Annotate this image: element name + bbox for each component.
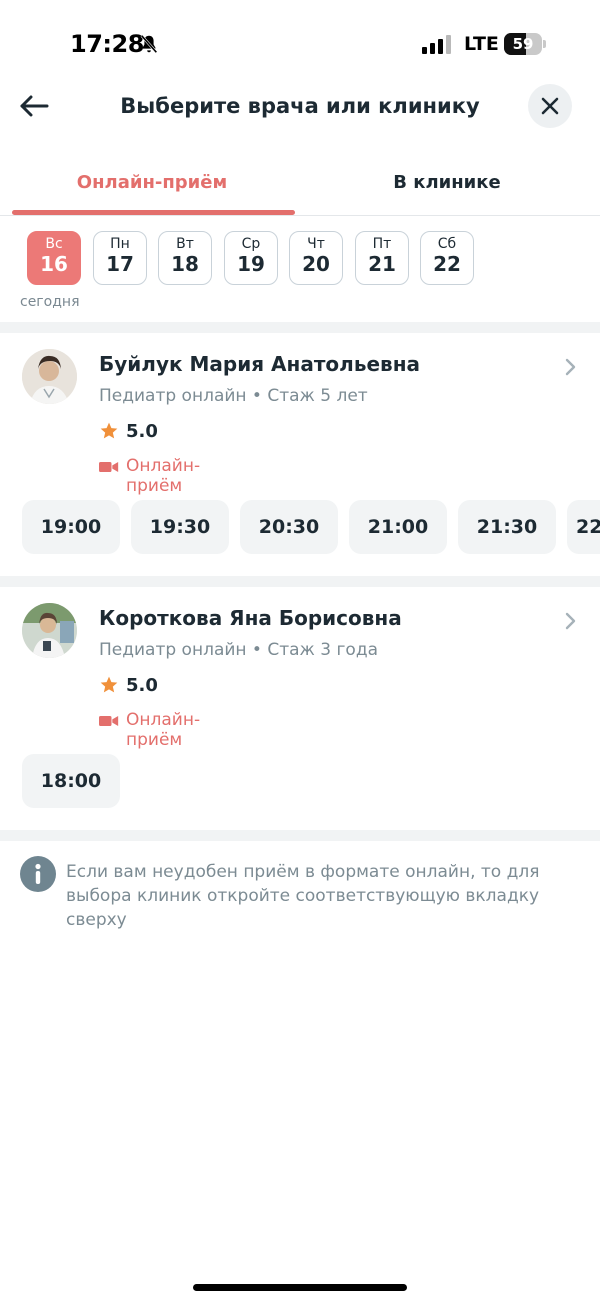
time-slot[interactable]: 19:00 [22, 500, 120, 554]
section-divider [0, 830, 600, 841]
time-slot[interactable]: 21:00 [349, 500, 447, 554]
day-weekday: Чт [307, 236, 325, 252]
doctor-card[interactable]: Короткова Яна Борисовна Педиатр онлайн •… [0, 587, 600, 830]
day-chip-tue[interactable]: Вт 18 [158, 231, 212, 285]
day-number: 21 [368, 252, 396, 276]
rating-value: 5.0 [126, 675, 158, 696]
signal-icon [422, 35, 451, 54]
doctor-specialty: Педиатр онлайн • Стаж 3 года [99, 640, 378, 660]
day-weekday: Пт [372, 236, 392, 252]
day-number: 18 [171, 252, 199, 276]
doctor-avatar [22, 349, 77, 404]
appointment-type-label: Онлайн-приём [126, 456, 201, 496]
network-type: LTE [464, 33, 499, 55]
today-label: сегодня [20, 294, 80, 310]
info-icon [20, 856, 56, 892]
time-slot[interactable]: 19:30 [131, 500, 229, 554]
day-chip-thu[interactable]: Чт 20 [289, 231, 343, 285]
appointment-type-label: Онлайн-приём [126, 710, 201, 750]
tab-online[interactable]: Онлайн-приём [2, 172, 302, 193]
doctor-name: Короткова Яна Борисовна [99, 606, 402, 630]
day-weekday: Вт [176, 236, 194, 252]
active-tab-indicator [12, 210, 295, 215]
tab-clinic[interactable]: В клинике [297, 172, 597, 193]
doctor-name: Буйлук Мария Анатольевна [99, 352, 421, 376]
time-slots: 19:00 19:30 20:30 21:00 21:30 22:00 [22, 500, 600, 554]
day-chip-wed[interactable]: Ср 19 [224, 231, 278, 285]
section-divider [0, 322, 600, 333]
day-chip-sun[interactable]: Вс 16 [27, 231, 81, 285]
status-time: 17:28 [70, 30, 144, 58]
day-chip-sat[interactable]: Сб 22 [420, 231, 474, 285]
day-number: 22 [433, 252, 461, 276]
day-number: 19 [237, 252, 265, 276]
close-button[interactable] [528, 84, 572, 128]
status-bar: 17:28 LTE 59 [0, 0, 600, 88]
back-button[interactable] [14, 88, 54, 124]
section-divider [0, 576, 600, 587]
home-indicator[interactable] [193, 1284, 407, 1291]
day-chip-mon[interactable]: Пн 17 [93, 231, 147, 285]
battery-level: 59 [512, 35, 534, 53]
day-chip-fri[interactable]: Пт 21 [355, 231, 409, 285]
day-weekday: Пн [110, 236, 130, 252]
doctor-card[interactable]: Буйлук Мария Анатольевна Педиатр онлайн … [0, 333, 600, 576]
tab-bar: Онлайн-приём В клинике [0, 160, 600, 216]
video-camera-icon [99, 716, 119, 726]
time-slots: 18:00 [22, 754, 600, 808]
day-number: 17 [106, 252, 134, 276]
chevron-right-icon[interactable] [562, 357, 578, 377]
day-weekday: Ср [241, 236, 261, 252]
day-number: 20 [302, 252, 330, 276]
doctor-specialty: Педиатр онлайн • Стаж 5 лет [99, 386, 368, 406]
day-number: 16 [40, 252, 68, 276]
rating-value: 5.0 [126, 421, 158, 442]
battery-icon: 59 [504, 33, 546, 55]
time-slot[interactable]: 20:30 [240, 500, 338, 554]
time-slot[interactable]: 22:00 [567, 500, 600, 554]
star-icon [100, 676, 118, 693]
arrow-left-icon [20, 95, 49, 117]
bell-off-icon [140, 34, 158, 54]
close-icon [541, 97, 559, 115]
time-slot[interactable]: 18:00 [22, 754, 120, 808]
time-slot[interactable]: 21:30 [458, 500, 556, 554]
video-camera-icon [99, 462, 119, 472]
day-weekday: Сб [437, 236, 457, 252]
chevron-right-icon[interactable] [562, 611, 578, 631]
page-title: Выберите врача или клинику [120, 94, 480, 118]
star-icon [100, 422, 118, 439]
doctor-avatar [22, 603, 77, 658]
info-message: Если вам неудобен приём в формате онлайн… [66, 862, 540, 930]
day-weekday: Вс [45, 236, 63, 252]
